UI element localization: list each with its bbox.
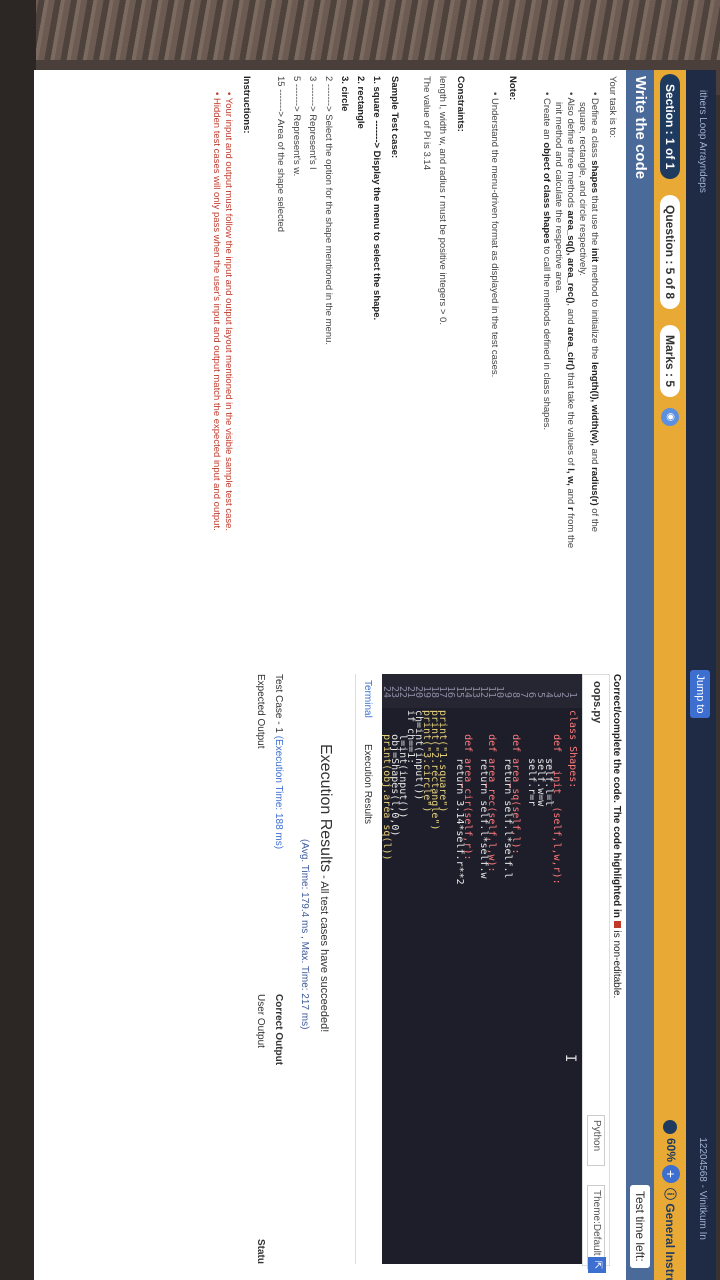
line-gutter: 1 2 3 4 5 6 7 8 9 10 11 12 13 14 15 16 17 18 19 20 21 22 23 24 xyxy=(382,674,582,708)
test-timer: Test time left: xyxy=(630,1185,650,1268)
code-line[interactable]: return self.l*self.w xyxy=(478,710,489,878)
progress-icon xyxy=(663,1120,678,1134)
expand-icon[interactable]: ⇱ xyxy=(588,1257,606,1273)
general-instructions-label: General Instructio xyxy=(663,1203,677,1280)
monitor-bezel xyxy=(0,0,36,1280)
sample-heading: Sample Test case: xyxy=(389,76,400,159)
general-instructions-button[interactable]: ⓘ General Instructio xyxy=(660,1188,680,1280)
code-line[interactable]: return 3.14*self.r**2 xyxy=(454,710,465,884)
code-line[interactable]: return self.l*self.l xyxy=(502,710,513,878)
sample-line: 2. rectangle xyxy=(355,76,366,129)
page-title: Write the code xyxy=(632,76,649,180)
list-item: • Also define three methods area_sq(), a… xyxy=(565,92,576,549)
list-item: • Understand the menu-driven format as d… xyxy=(489,92,500,378)
execution-results: Execution Results - All test cases have … xyxy=(34,674,354,1264)
code-line[interactable]: class Shapes: xyxy=(567,710,578,788)
test-case-label[interactable]: Test Case - 1 (Execution Time: 188 ms) xyxy=(273,674,284,849)
code-line[interactable]: print(obj.area_sq(l)) xyxy=(382,710,392,860)
section-pill[interactable]: Section : 1 of 1 xyxy=(660,74,680,180)
editor-pane: Correct/complete the code. The code high… xyxy=(34,670,626,1280)
results-title: Execution Results - All test cases have … xyxy=(317,744,334,1033)
constraints-heading: Constraints: xyxy=(455,76,466,132)
progress-value: 60% xyxy=(664,1138,678,1163)
list-item: init method and calculate the respective… xyxy=(553,102,564,294)
results-timing: (Avg. Time: 179.4 ms , Max. Time: 217 ms… xyxy=(299,839,310,1030)
sample-line: 2 -------> Select the option for the sha… xyxy=(323,76,334,346)
correct-output-badge: Correct Output xyxy=(273,994,284,1066)
plus-icon[interactable]: + xyxy=(662,1165,680,1183)
code-editor[interactable]: 1 2 3 4 5 6 7 8 9 10 11 12 13 14 15 16 17 18 19 20 21 22 23 24 … xyxy=(382,674,582,1264)
editor-header: oops.py Python Theme:Default ⇱ xyxy=(582,674,610,1273)
question-tab-bar: Section : 1 of 1 Question : 5 of 8 Marks… xyxy=(654,70,686,1280)
list-item: • Define a class shapes that use the ini… xyxy=(589,92,600,533)
line-number: 24 xyxy=(382,685,392,698)
status-label: Statu xyxy=(255,1239,266,1264)
eye-icon[interactable]: ◉ xyxy=(661,408,679,426)
marks-pill: Marks : 5 xyxy=(660,325,680,398)
instructions-heading: Instructions: xyxy=(241,76,252,134)
sample-line: 3. circle xyxy=(339,76,350,112)
text-cursor-icon: I xyxy=(562,1054,578,1063)
list-item: • Your input and output must follow the … xyxy=(223,92,234,532)
top-banner: ithers Loop Arrayndeps Jump to 12204568 … xyxy=(686,70,716,1280)
note-heading: Note: xyxy=(507,76,518,101)
list-item: • Create an object of class shapes to ca… xyxy=(541,92,552,431)
course-name: ithers Loop Arrayndeps xyxy=(697,90,708,193)
sample-line: 1. square -------> Display the menu to s… xyxy=(371,76,382,321)
tab-terminal[interactable]: Terminal xyxy=(362,680,373,718)
constraint-text: length l, width w, and radius r must be … xyxy=(437,76,448,325)
question-pill[interactable]: Question : 5 of 8 xyxy=(660,195,680,310)
list-item: • Hidden test cases will only pass when … xyxy=(211,92,222,531)
user-output-label: User Output xyxy=(255,994,266,1048)
jump-to-button[interactable]: Jump to xyxy=(690,670,710,718)
problem-statement: Your task is to: • Define a class shapes… xyxy=(34,70,626,665)
fabric-background xyxy=(0,0,720,60)
list-item: square, rectangle, and circle respective… xyxy=(577,102,588,277)
sample-line: 15 -------> Area of the shape selected xyxy=(275,76,286,233)
sample-line: 5 -------> Represent's w. xyxy=(291,76,302,177)
task-intro: Your task is to: xyxy=(607,76,618,138)
code-line[interactable]: self.r=r xyxy=(527,710,538,806)
progress-indicator: 60% xyxy=(663,1120,678,1162)
user-id: 12204568 - Vinitkum In xyxy=(697,1137,708,1240)
constraint-text: The value of Pi is 3.14 xyxy=(421,76,432,170)
output-tabs: Terminal Execution Results xyxy=(355,674,378,1264)
tab-execution-results[interactable]: Execution Results xyxy=(362,744,373,824)
language-select[interactable]: Python xyxy=(587,1115,605,1167)
title-bar: Write the code Test time left: xyxy=(626,70,654,1280)
expected-output-label: Expected Output xyxy=(255,674,266,749)
browser-screen: ithers Loop Arrayndeps Jump to 12204568 … xyxy=(34,70,716,1280)
editor-instructions: Correct/complete the code. The code high… xyxy=(611,674,622,999)
file-name: oops.py xyxy=(591,681,603,724)
non-editable-marker xyxy=(614,920,621,928)
sample-line: 3 -------> Represent's l xyxy=(307,76,318,170)
